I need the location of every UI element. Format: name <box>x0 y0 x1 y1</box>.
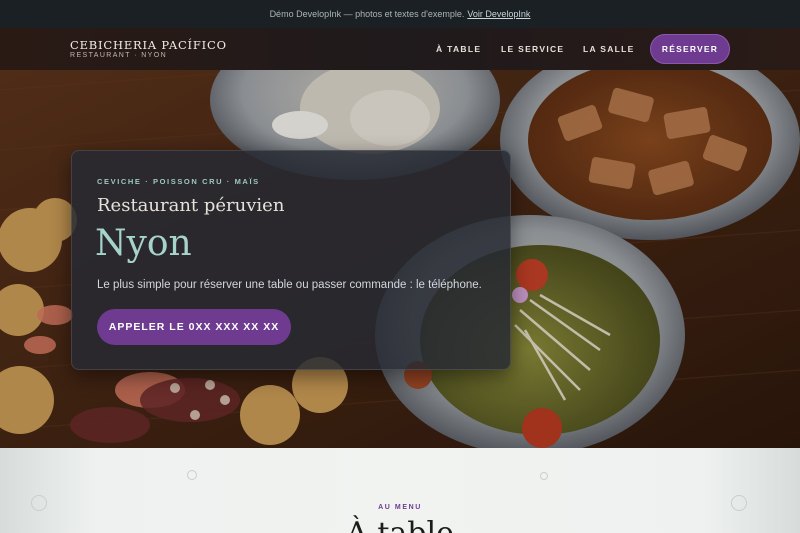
hero-subtitle: Restaurant péruvien <box>97 195 285 216</box>
brand-name[interactable]: CEBICHERIA PACÍFICO <box>70 38 227 52</box>
demo-banner-link[interactable]: Voir DevelopInk <box>467 9 530 19</box>
hero-eyebrow: CEVICHE · POISSON CRU · MAÏS <box>97 177 260 186</box>
menu-title: À table <box>0 516 800 533</box>
menu-section: AU MENU À table <box>0 448 800 533</box>
nav-link-la-salle[interactable]: LA SALLE <box>583 44 635 54</box>
nav-link-a-table[interactable]: À TABLE <box>436 44 481 54</box>
menu-eyebrow: AU MENU <box>378 504 422 511</box>
hero-city-title: Nyon <box>95 223 192 264</box>
reserve-button[interactable]: RÉSERVER <box>650 34 730 64</box>
nav-link-le-service[interactable]: LE SERVICE <box>501 44 564 54</box>
demo-banner: Démo DevelopInk — photos et textes d'exe… <box>0 0 800 28</box>
hero-section: CEVICHE · POISSON CRU · MAÏS Restaurant … <box>0 70 800 448</box>
call-phone-button[interactable]: APPELER LE 0XX XXX XX XX <box>97 309 291 345</box>
demo-banner-text: Démo DevelopInk — photos et textes d'exe… <box>269 9 465 19</box>
decorative-circle <box>540 472 548 480</box>
top-navigation: CEBICHERIA PACÍFICO RESTAURANT · NYON À … <box>0 28 800 71</box>
decorative-circle <box>187 470 197 480</box>
brand-subtitle: RESTAURANT · NYON <box>70 52 168 59</box>
hero-lead-text: Le plus simple pour réserver une table o… <box>97 279 482 291</box>
hero-card: CEVICHE · POISSON CRU · MAÏS Restaurant … <box>71 150 511 370</box>
